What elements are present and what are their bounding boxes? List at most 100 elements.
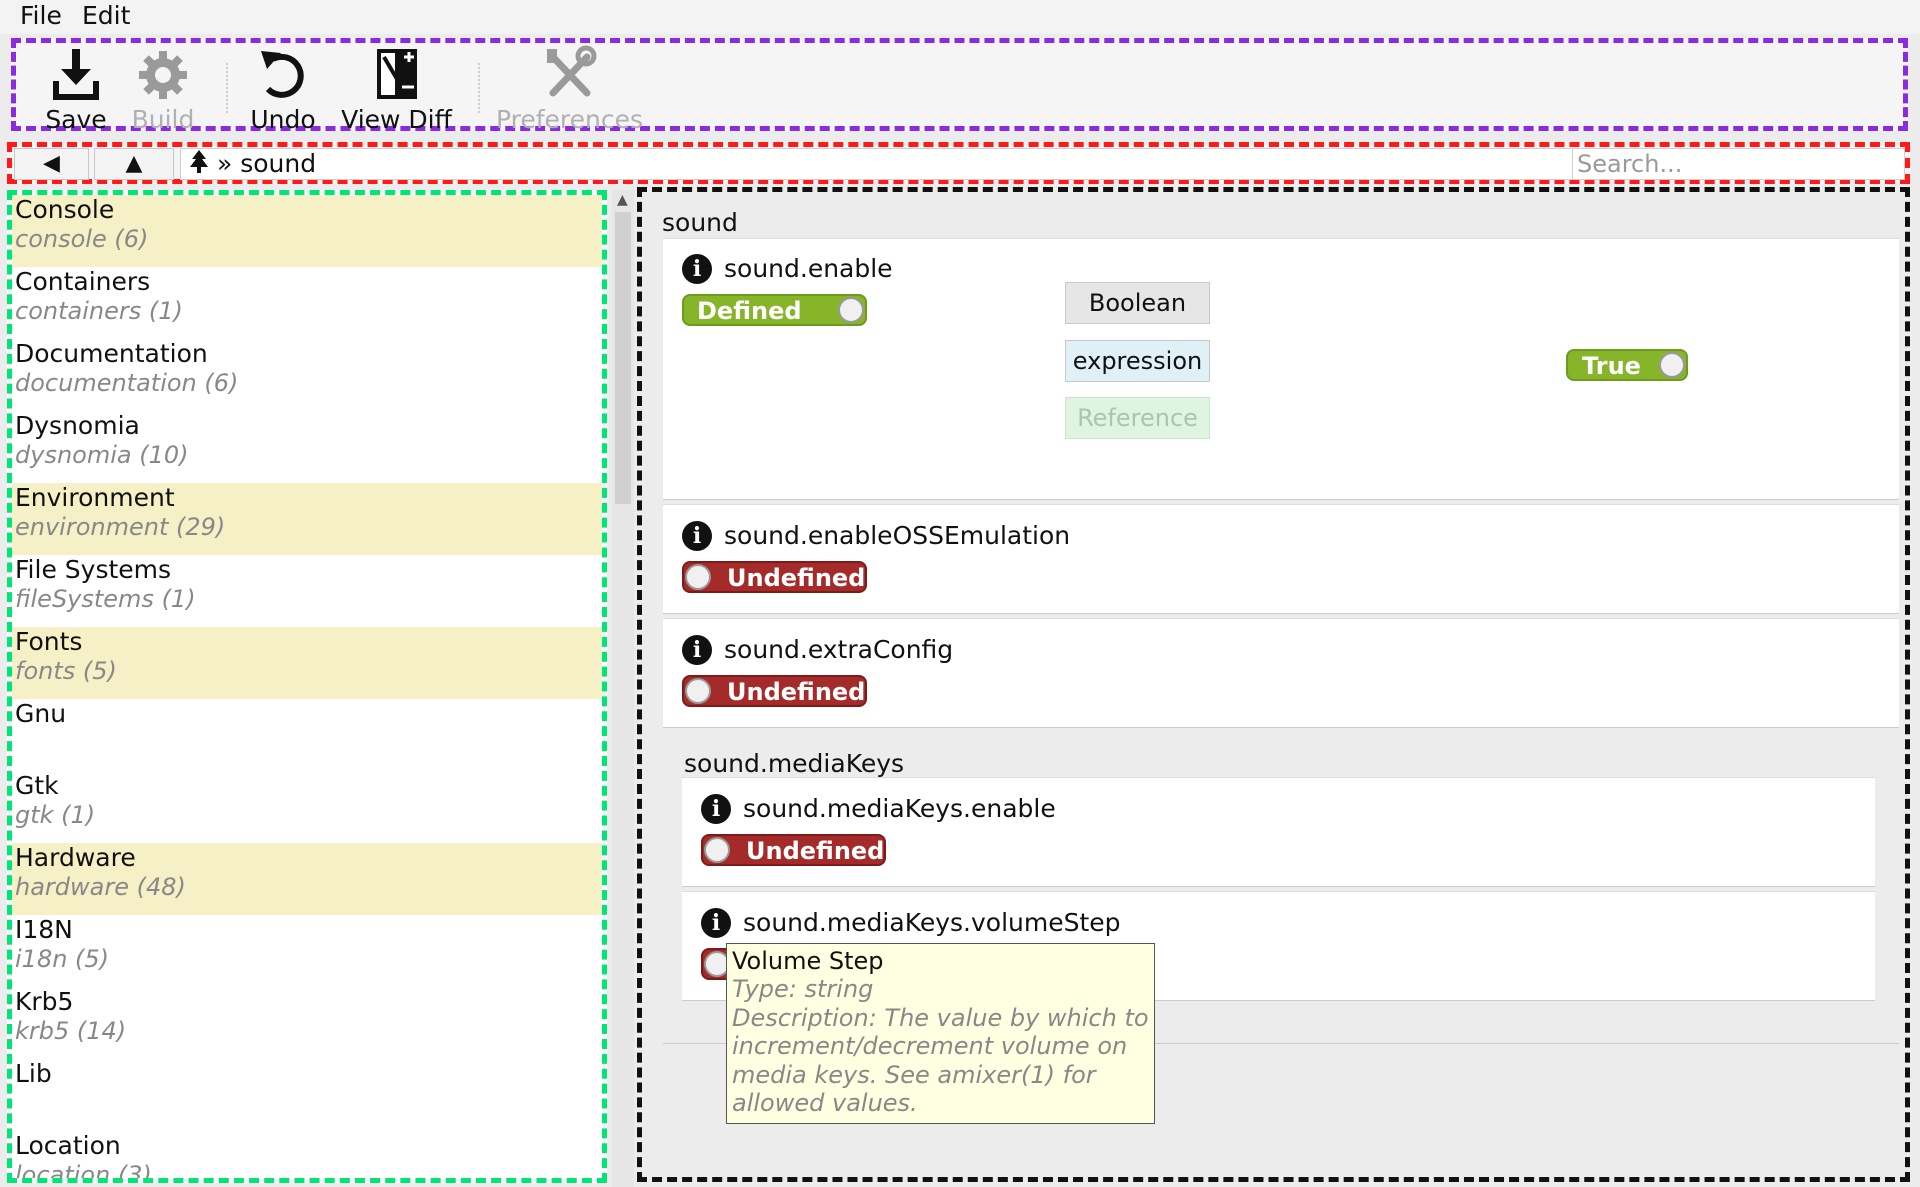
tooltip-description: media keys. See amixer(1) for bbox=[732, 1060, 1096, 1089]
toggle-label: Defined bbox=[697, 297, 802, 325]
category-name: File Systems bbox=[15, 555, 172, 584]
list-scrollbar[interactable]: ▲ bbox=[612, 190, 634, 1187]
menu-edit[interactable]: Edit bbox=[82, 1, 130, 30]
info-icon[interactable]: i bbox=[701, 794, 731, 824]
category-item[interactable]: Gnu bbox=[12, 699, 602, 771]
category-sub: documentation (6) bbox=[15, 369, 239, 397]
tree-icon bbox=[190, 150, 208, 173]
category-sub: console (6) bbox=[15, 225, 149, 253]
undefined-toggle[interactable]: Undefined bbox=[682, 561, 867, 593]
option-card: i sound.extraConfig Undefined bbox=[663, 618, 1899, 728]
option-card: i sound.enableOSSEmulation Undefined bbox=[663, 504, 1899, 614]
category-sub: krb5 (14) bbox=[15, 1017, 127, 1045]
menubar: File Edit bbox=[0, 0, 1920, 34]
toggle-knob bbox=[1659, 352, 1685, 378]
toggle-label: Undefined bbox=[727, 678, 866, 706]
category-item[interactable]: Containers containers (1) bbox=[12, 267, 602, 339]
category-name: Fonts bbox=[15, 627, 83, 656]
category-item[interactable]: Dysnomia dysnomia (10) bbox=[12, 411, 602, 483]
toggle-knob bbox=[838, 297, 864, 323]
panel-title: sound bbox=[662, 208, 738, 237]
category-name: Documentation bbox=[15, 339, 208, 368]
toolbar: Save Build Undo View Diff Preferences bbox=[11, 38, 1908, 134]
undo-icon bbox=[261, 51, 304, 98]
preferences-button[interactable]: Preferences bbox=[496, 45, 643, 134]
type-expression-button[interactable]: expression bbox=[1065, 340, 1210, 382]
category-item[interactable]: Gtk gtk (1) bbox=[12, 771, 602, 843]
breadcrumb-path[interactable]: sound bbox=[240, 149, 316, 178]
tooltip-type: Type: string bbox=[732, 975, 874, 1003]
toggle-knob bbox=[685, 564, 711, 590]
save-button[interactable]: Save bbox=[41, 45, 111, 134]
option-name: sound.mediaKeys.volumeStep bbox=[743, 908, 1121, 937]
category-sub: containers (1) bbox=[15, 297, 183, 325]
category-item[interactable]: Fonts fonts (5) bbox=[12, 627, 602, 699]
toggle-knob bbox=[685, 678, 711, 704]
defined-toggle[interactable]: Defined bbox=[682, 294, 867, 326]
undefined-toggle[interactable]: Undefined bbox=[701, 834, 886, 866]
category-sub: dysnomia (10) bbox=[15, 441, 189, 469]
download-icon bbox=[53, 49, 99, 100]
menu-file[interactable]: File bbox=[20, 1, 62, 30]
category-item[interactable]: Documentation documentation (6) bbox=[12, 339, 602, 411]
category-sub: environment (29) bbox=[15, 513, 226, 541]
tooltip-description: increment/decrement volume on bbox=[732, 1032, 1128, 1060]
category-item[interactable]: Krb5 krb5 (14) bbox=[12, 987, 602, 1059]
toggle-label: True bbox=[1582, 352, 1641, 380]
category-item[interactable]: Console console (6) bbox=[12, 195, 602, 267]
category-list: Console console (6) Containers container… bbox=[7, 190, 607, 1183]
build-button[interactable]: Build bbox=[123, 45, 203, 134]
category-sub: location (3) bbox=[15, 1161, 152, 1183]
option-name: sound.enableOSSEmulation bbox=[724, 521, 1071, 550]
location-bar: ◀ ▲ » sound bbox=[7, 142, 1910, 184]
scrollbar-thumb[interactable] bbox=[615, 212, 631, 504]
type-reference-button[interactable]: Reference bbox=[1065, 397, 1210, 439]
category-name: Console bbox=[15, 195, 115, 224]
info-icon[interactable]: i bbox=[682, 254, 712, 284]
scroll-up-icon[interactable]: ▲ bbox=[617, 192, 628, 208]
category-item[interactable]: I18N i18n (5) bbox=[12, 915, 602, 987]
type-boolean-button[interactable]: Boolean bbox=[1065, 282, 1210, 324]
value-toggle[interactable]: True bbox=[1566, 349, 1688, 381]
tooltip: Volume Step Type: string Description: Th… bbox=[726, 943, 1155, 1124]
tools-icon bbox=[546, 45, 596, 97]
category-item[interactable]: Location location (3) bbox=[12, 1131, 602, 1183]
category-item[interactable]: Hardware hardware (48) bbox=[12, 843, 602, 915]
category-sub: fonts (5) bbox=[15, 657, 117, 685]
up-button[interactable]: ▲ bbox=[94, 148, 174, 180]
back-button[interactable]: ◀ bbox=[14, 148, 89, 180]
info-icon[interactable]: i bbox=[701, 908, 731, 938]
undo-button[interactable]: Undo bbox=[243, 45, 323, 134]
category-sub: hardware (48) bbox=[15, 873, 186, 901]
category-name: Dysnomia bbox=[15, 411, 140, 440]
category-item[interactable]: Lib bbox=[12, 1059, 602, 1131]
category-name: Hardware bbox=[15, 843, 136, 872]
category-name: I18N bbox=[15, 915, 73, 944]
info-icon[interactable]: i bbox=[682, 635, 712, 665]
tooltip-description: Description: The value by which to bbox=[732, 1003, 1149, 1032]
gear-icon bbox=[139, 51, 187, 99]
category-item[interactable]: File Systems fileSystems (1) bbox=[12, 555, 602, 627]
category-name: Gtk bbox=[15, 771, 59, 800]
category-sub: gtk (1) bbox=[15, 801, 96, 829]
tooltip-description: allowed values. bbox=[732, 1089, 918, 1117]
view-diff-button[interactable]: View Diff bbox=[334, 45, 459, 134]
search-input[interactable] bbox=[1572, 148, 1905, 180]
subgroup-title: sound.mediaKeys bbox=[684, 749, 905, 778]
category-sub: fileSystems (1) bbox=[15, 585, 196, 613]
option-name: sound.enable bbox=[724, 254, 893, 283]
option-card: i sound.mediaKeys.enable Undefined bbox=[682, 777, 1875, 887]
tooltip-title: Volume Step bbox=[732, 947, 884, 975]
option-card: i sound.enable Defined Boolean expressio… bbox=[663, 238, 1899, 500]
category-name: Krb5 bbox=[15, 987, 74, 1016]
category-sub: i18n (5) bbox=[15, 945, 110, 973]
category-name: Lib bbox=[15, 1059, 52, 1088]
category-item[interactable]: Environment environment (29) bbox=[12, 483, 602, 555]
option-name: sound.extraConfig bbox=[724, 635, 954, 664]
toggle-label: Undefined bbox=[727, 564, 866, 592]
breadcrumb[interactable]: » sound bbox=[180, 148, 1573, 180]
toolbar-separator bbox=[226, 63, 228, 113]
option-name: sound.mediaKeys.enable bbox=[743, 794, 1056, 823]
undefined-toggle[interactable]: Undefined bbox=[682, 675, 867, 707]
info-icon[interactable]: i bbox=[682, 521, 712, 551]
